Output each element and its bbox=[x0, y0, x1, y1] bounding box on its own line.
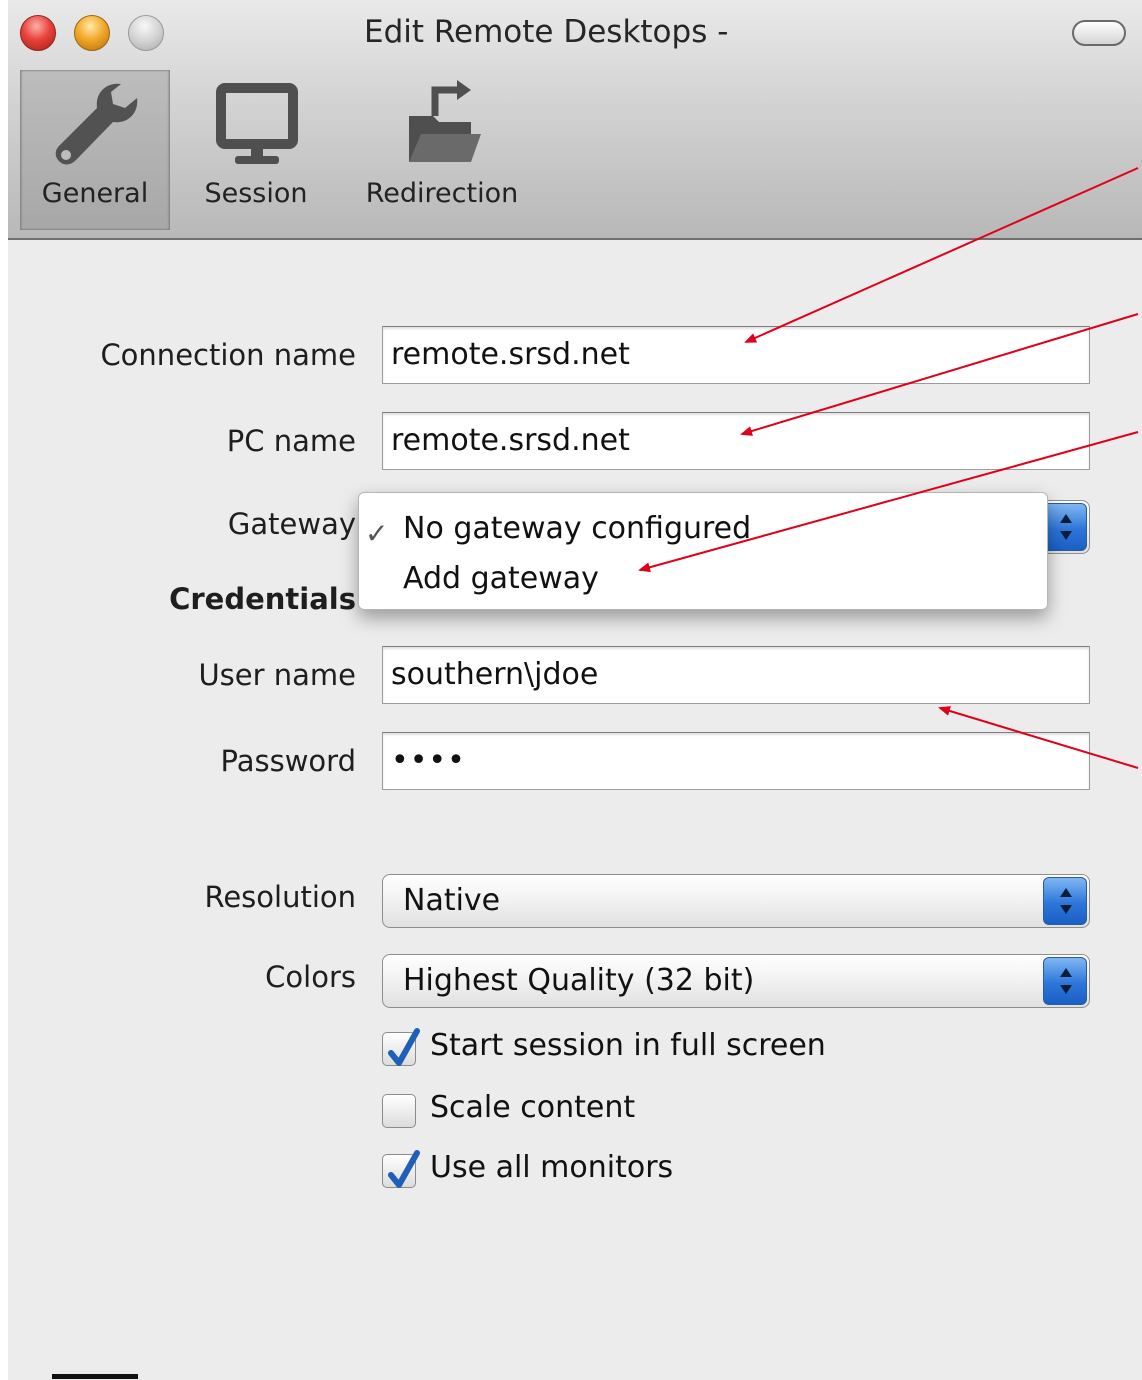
gateway-label: Gateway bbox=[227, 507, 356, 541]
zoom-window-button[interactable] bbox=[128, 15, 164, 51]
tab-redirection-label: Redirection bbox=[365, 178, 519, 209]
tab-redirection[interactable]: Redirection bbox=[352, 70, 532, 230]
credentials-heading: Credentials bbox=[169, 582, 356, 616]
full-screen-checkbox[interactable] bbox=[382, 1028, 420, 1066]
full-screen-checkbox-label: Start session in full screen bbox=[430, 1028, 826, 1063]
colors-stepper-icon bbox=[1043, 957, 1087, 1005]
window-toolbar: Edit Remote Desktops - General Session R… bbox=[8, 0, 1142, 240]
edit-remote-desktops-window: Edit Remote Desktops - General Session R… bbox=[8, 0, 1142, 1380]
resolution-stepper-icon bbox=[1043, 877, 1087, 925]
colors-value: Highest Quality (32 bit) bbox=[403, 963, 755, 998]
close-window-button[interactable] bbox=[20, 15, 56, 51]
pc-name-label: PC name bbox=[226, 424, 356, 458]
pc-name-field[interactable]: remote.srsd.net bbox=[382, 412, 1090, 470]
bottom-divider bbox=[52, 1374, 138, 1379]
tab-session-label: Session bbox=[204, 178, 308, 209]
tab-session[interactable]: Session bbox=[188, 70, 324, 230]
user-name-label: User name bbox=[198, 658, 356, 692]
user-name-field[interactable]: southern\jdoe bbox=[382, 646, 1090, 704]
check-icon: ✓ bbox=[365, 517, 389, 550]
toolbar-toggle-button[interactable] bbox=[1072, 20, 1126, 46]
colors-label: Colors bbox=[265, 960, 356, 994]
menu-item-add-gateway[interactable]: Add gateway bbox=[359, 549, 1047, 597]
all-monitors-checkbox-label: Use all monitors bbox=[430, 1150, 674, 1185]
minimize-window-button[interactable] bbox=[74, 15, 110, 51]
menu-item-no-gateway[interactable]: ✓ No gateway configured bbox=[359, 499, 1047, 550]
resolution-label: Resolution bbox=[204, 880, 356, 914]
scale-content-checkbox[interactable] bbox=[382, 1094, 416, 1128]
monitor-icon bbox=[211, 76, 301, 176]
menu-item-add-gateway-label: Add gateway bbox=[403, 561, 599, 596]
connection-name-field[interactable]: remote.srsd.net bbox=[382, 326, 1090, 384]
scale-content-checkbox-label: Scale content bbox=[430, 1090, 636, 1125]
gateway-dropdown-menu: ✓ No gateway configured Add gateway bbox=[358, 492, 1048, 610]
connection-name-label: Connection name bbox=[100, 338, 356, 372]
resolution-value: Native bbox=[403, 883, 501, 918]
tab-general-label: General bbox=[41, 178, 149, 209]
password-label: Password bbox=[220, 744, 356, 778]
password-field[interactable]: •••• bbox=[382, 732, 1090, 790]
checkmark-icon bbox=[388, 1028, 420, 1066]
menu-item-no-gateway-label: No gateway configured bbox=[403, 511, 752, 546]
all-monitors-checkbox[interactable] bbox=[382, 1150, 420, 1188]
wrench-icon bbox=[45, 76, 145, 176]
window-title: Edit Remote Desktops - bbox=[364, 14, 729, 50]
checkmark-icon bbox=[388, 1150, 420, 1188]
resolution-popup[interactable]: Native bbox=[382, 874, 1090, 928]
colors-popup[interactable]: Highest Quality (32 bit) bbox=[382, 954, 1090, 1008]
tab-general[interactable]: General bbox=[20, 70, 170, 230]
gateway-stepper-icon bbox=[1043, 503, 1087, 551]
folder-redirect-icon bbox=[397, 76, 487, 176]
